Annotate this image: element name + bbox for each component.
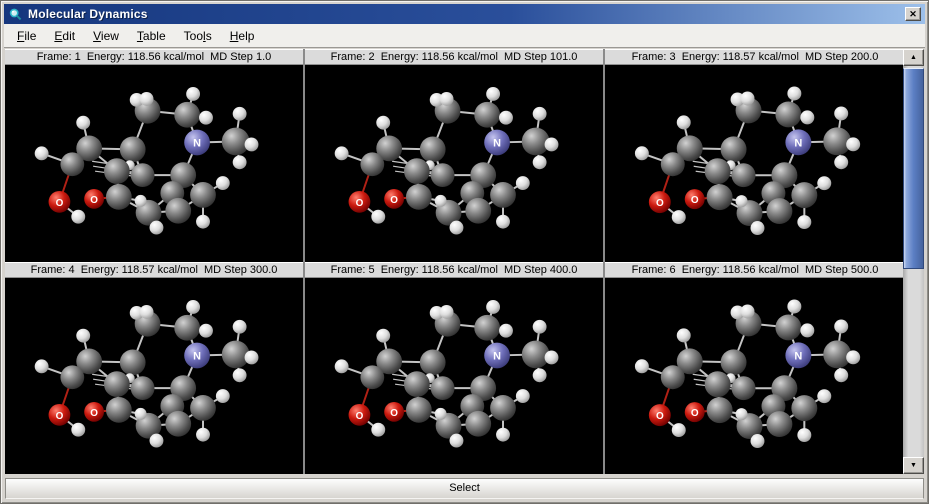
menu-view[interactable]: View bbox=[84, 26, 128, 46]
frame-header: Frame: 5 Energy: 118.56 kcal/mol MD Step… bbox=[305, 262, 603, 278]
app-window: Molecular Dynamics ✕ File Edit View Tabl… bbox=[0, 0, 929, 504]
molecule-viewport[interactable]: N O O bbox=[5, 65, 303, 262]
molecule-viewport[interactable]: N O O bbox=[605, 65, 905, 262]
status-bar: Select bbox=[5, 478, 924, 499]
molecule-viewport[interactable]: N O O bbox=[5, 278, 303, 475]
svg-text:O: O bbox=[656, 198, 664, 209]
frame-header: Frame: 1 Energy: 118.56 kcal/mol MD Step… bbox=[5, 49, 303, 65]
scroll-up-icon[interactable]: ▲ bbox=[903, 49, 924, 66]
frame-header: Frame: 4 Energy: 118.57 kcal/mol MD Step… bbox=[5, 262, 303, 278]
svg-text:N: N bbox=[794, 137, 802, 149]
svg-text:N: N bbox=[193, 137, 201, 149]
frame-cell-4: Frame: 4 Energy: 118.57 kcal/mol MD Step… bbox=[5, 262, 305, 475]
svg-text:O: O bbox=[691, 195, 699, 206]
molecule-viewport[interactable]: N O O bbox=[605, 278, 905, 475]
svg-text:O: O bbox=[390, 407, 398, 418]
frame-grid: Frame: 1 Energy: 118.56 kcal/mol MD Step… bbox=[5, 49, 905, 474]
svg-text:O: O bbox=[356, 198, 364, 209]
svg-text:N: N bbox=[493, 137, 501, 149]
frame-header: Frame: 6 Energy: 118.56 kcal/mol MD Step… bbox=[605, 262, 905, 278]
menu-help[interactable]: Help bbox=[221, 26, 264, 46]
svg-text:O: O bbox=[691, 408, 699, 419]
menu-bar: File Edit View Table Tools Help bbox=[4, 24, 925, 48]
svg-text:O: O bbox=[56, 198, 64, 209]
svg-text:O: O bbox=[90, 195, 98, 206]
menu-file[interactable]: File bbox=[8, 26, 45, 46]
menu-tools[interactable]: Tools bbox=[175, 26, 221, 46]
svg-text:O: O bbox=[56, 410, 64, 421]
svg-text:O: O bbox=[390, 195, 398, 206]
magnifier-icon[interactable] bbox=[8, 7, 23, 22]
frame-cell-1: Frame: 1 Energy: 118.56 kcal/mol MD Step… bbox=[5, 49, 305, 262]
frame-cell-6: Frame: 6 Energy: 118.56 kcal/mol MD Step… bbox=[605, 262, 905, 475]
frame-cell-5: Frame: 5 Energy: 118.56 kcal/mol MD Step… bbox=[305, 262, 605, 475]
vertical-scrollbar[interactable]: ▲ ▼ bbox=[903, 49, 924, 474]
molecule-viewport[interactable]: N O O bbox=[305, 65, 603, 262]
frame-header: Frame: 2 Energy: 118.56 kcal/mol MD Step… bbox=[305, 49, 603, 65]
frame-cell-2: Frame: 2 Energy: 118.56 kcal/mol MD Step… bbox=[305, 49, 605, 262]
window-title: Molecular Dynamics bbox=[28, 7, 905, 21]
menu-edit[interactable]: Edit bbox=[45, 26, 84, 46]
title-bar[interactable]: Molecular Dynamics ✕ bbox=[4, 4, 925, 24]
status-text: Select bbox=[449, 482, 480, 494]
svg-text:N: N bbox=[193, 350, 201, 362]
frame-cell-3: Frame: 3 Energy: 118.57 kcal/mol MD Step… bbox=[605, 49, 905, 262]
svg-text:N: N bbox=[794, 350, 802, 362]
menu-table[interactable]: Table bbox=[128, 26, 175, 46]
frame-header: Frame: 3 Energy: 118.57 kcal/mol MD Step… bbox=[605, 49, 905, 65]
svg-text:O: O bbox=[656, 411, 664, 422]
scrollbar-grip bbox=[908, 152, 920, 186]
molecule-viewport[interactable]: N O O bbox=[305, 278, 603, 475]
svg-text:O: O bbox=[90, 407, 98, 418]
svg-text:N: N bbox=[493, 350, 501, 362]
scroll-down-icon[interactable]: ▼ bbox=[903, 457, 924, 474]
close-button[interactable]: ✕ bbox=[905, 7, 921, 21]
svg-text:O: O bbox=[356, 410, 364, 421]
scrollbar-thumb[interactable] bbox=[903, 68, 924, 269]
